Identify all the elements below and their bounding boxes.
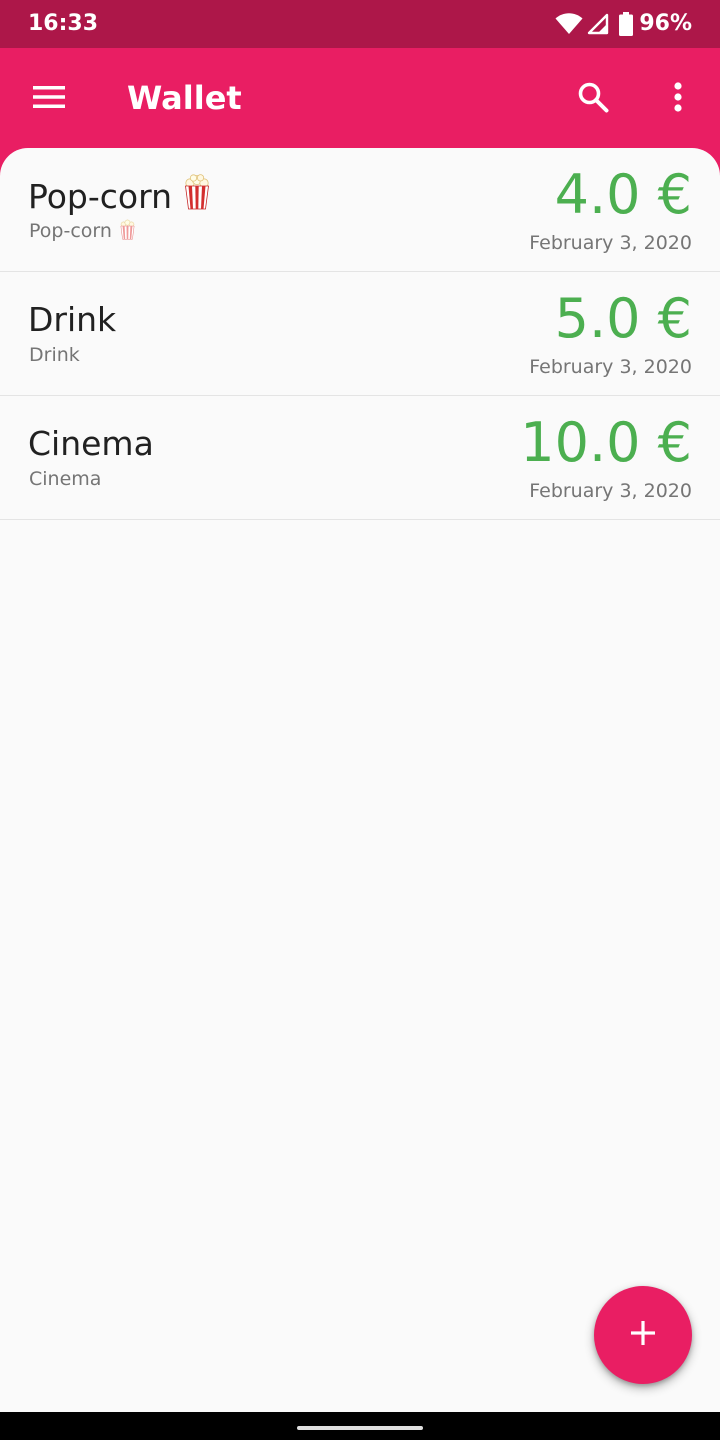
- list-item[interactable]: Pop-corn Pop-corn 4.0 € February 3, 2020: [0, 148, 720, 272]
- entry-title: Pop-corn: [28, 174, 210, 221]
- app-bar: Wallet: [0, 48, 720, 148]
- entry-subtitle: Cinema: [29, 468, 102, 490]
- status-time: 16:33: [28, 11, 99, 36]
- entry-list: Pop-corn Pop-corn 4.0 € February 3, 2020…: [0, 148, 720, 520]
- entry-subtitle: Drink: [29, 344, 80, 366]
- entry-date: February 3, 2020: [529, 232, 692, 254]
- menu-icon: [33, 85, 65, 113]
- status-bar: 16:33 96%: [0, 0, 720, 48]
- entry-title: Cinema: [28, 424, 154, 463]
- status-icons: 96%: [555, 10, 692, 38]
- entry-amount: 5.0 €: [554, 287, 692, 350]
- entry-title-text: Pop-corn: [28, 177, 173, 216]
- popcorn-icon: [184, 174, 210, 218]
- app-title: Wallet: [127, 79, 242, 117]
- more-options-button[interactable]: [654, 74, 702, 124]
- add-entry-button[interactable]: [594, 1286, 692, 1384]
- entry-list-container: Pop-corn Pop-corn 4.0 € February 3, 2020…: [0, 148, 720, 1412]
- entry-subtitle-text: Pop-corn: [29, 220, 112, 242]
- entry-date: February 3, 2020: [529, 356, 692, 378]
- battery-icon: [619, 12, 634, 36]
- entry-amount: 4.0 €: [554, 163, 692, 226]
- entry-subtitle: Pop-corn: [29, 218, 135, 247]
- menu-button[interactable]: [24, 74, 74, 124]
- list-item[interactable]: Cinema Cinema 10.0 € February 3, 2020: [0, 396, 720, 520]
- entry-amount: 10.0 €: [520, 411, 692, 474]
- popcorn-icon: [120, 219, 135, 245]
- list-item[interactable]: Drink Drink 5.0 € February 3, 2020: [0, 272, 720, 396]
- search-button[interactable]: [568, 74, 618, 124]
- entry-date: February 3, 2020: [529, 480, 692, 502]
- wifi-icon: [555, 13, 583, 35]
- wallet-screen: 16:33 96% Wallet Pop-corn Pop-corn 4.0 €…: [0, 0, 720, 1440]
- more-vert-icon: [673, 82, 683, 116]
- add-icon: [629, 1319, 657, 1351]
- search-icon: [577, 81, 609, 117]
- home-gesture-handle[interactable]: [297, 1426, 423, 1430]
- navigation-bar: [0, 1412, 720, 1440]
- battery-percentage: 96%: [639, 11, 692, 36]
- entry-title: Drink: [28, 300, 117, 339]
- signal-icon: [587, 13, 609, 35]
